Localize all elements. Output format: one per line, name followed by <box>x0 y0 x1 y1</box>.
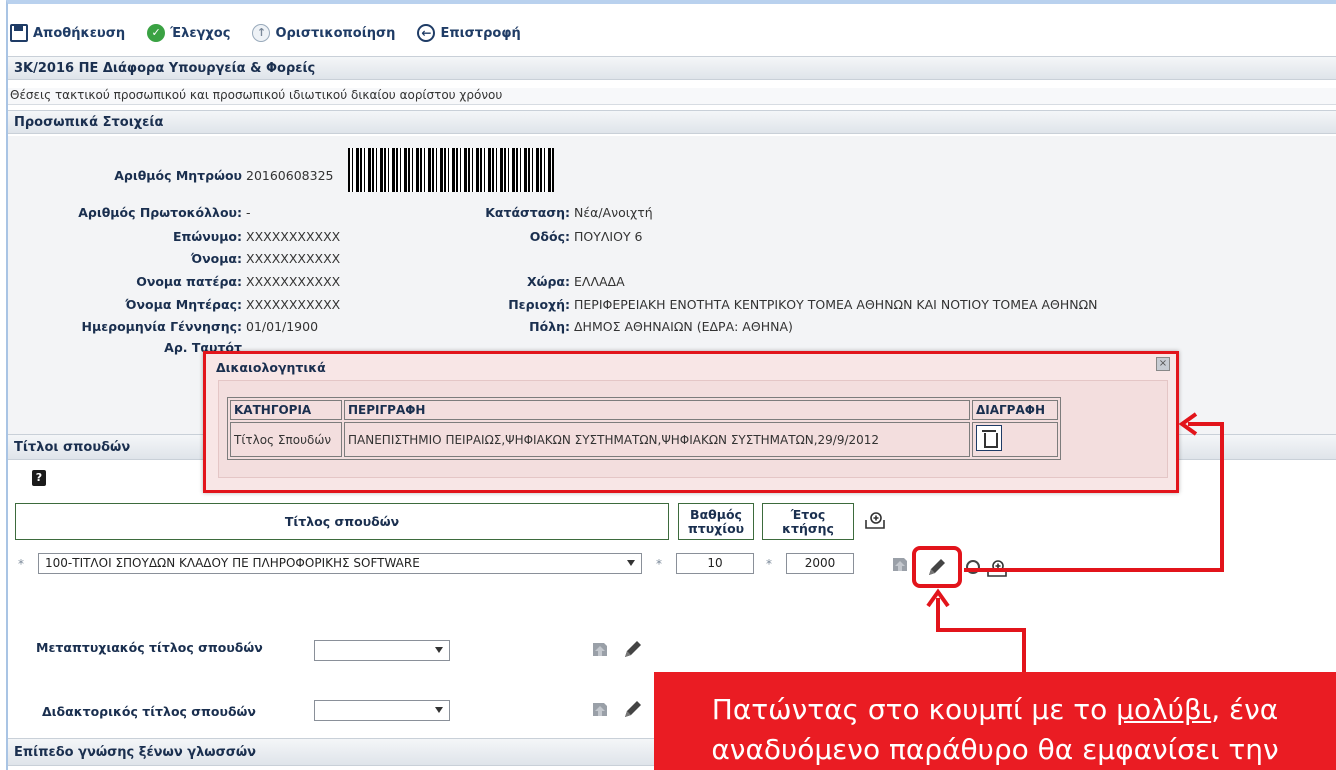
upload-disabled-icon <box>593 703 607 716</box>
check-icon: ✓ <box>147 24 166 42</box>
save-button[interactable]: Αποθήκευση <box>10 24 125 42</box>
languages-section-title: Επίπεδο γνώσης ξένων γλωσσών <box>8 738 658 766</box>
birth-label: Ημερομηνία Γέννησης: <box>81 319 242 334</box>
street-label: Οδός: <box>529 229 570 244</box>
table-row: Τίτλος Σπουδών ΠΑΝΕΠΙΣΤΗΜΙΟ ΠΕΙΡΑΙΩΣ,ΨΗΦ… <box>230 422 1058 457</box>
chevron-down-icon <box>435 707 443 713</box>
protocol-value: - <box>246 205 251 220</box>
check-button[interactable]: ✓ Έλεγχος <box>147 24 230 42</box>
pencil-icon[interactable] <box>622 638 644 660</box>
protocol-label: Αριθμός Πρωτοκόλλου: <box>78 205 242 220</box>
call-title: 3Κ/2016 ΠΕ Διάφορα Υπουργεία & Φορείς <box>8 56 1336 80</box>
col-grade-header: Βαθμός πτυχίου <box>678 503 754 540</box>
documents-modal: Δικαιολογητικά × ΚΑΤΗΓΟΡΙΑ ΠΕΡΙΓΡΑΦΗ ΔΙΑ… <box>203 351 1179 493</box>
street-value: ΠΟΥΛΙΟΥ 6 <box>574 229 643 244</box>
col-category: ΚΑΤΗΓΟΡΙΑ <box>230 400 342 420</box>
callout-line-2: αναδυόμενο παράθυρο θα εμφανίσει την <box>711 733 1279 766</box>
status-label: Κατάσταση: <box>485 205 570 220</box>
col-title-header: Τίτλος σπουδών <box>15 503 669 540</box>
mother-label: Όνομα Μητέρας: <box>125 297 242 312</box>
col-delete: ΔΙΑΓΡΑΦΗ <box>972 400 1058 420</box>
region-label: Περιοχή: <box>508 297 570 312</box>
mother-value: XXXXXXXXXXX <box>246 297 341 312</box>
upload-disabled-icon <box>593 643 607 656</box>
required-mark: * <box>656 557 662 571</box>
modal-title: Δικαιολογητικά <box>216 360 326 375</box>
row-delete-cell <box>972 422 1058 457</box>
pencil-icon[interactable] <box>622 698 644 720</box>
finalize-button[interactable]: ↑ Οριστικοποίηση <box>252 24 395 42</box>
row-description: ΠΑΝΕΠΙΣΤΗΜΙΟ ΠΕΙΡΑΙΩΣ,ΨΗΦΙΑΚΩΝ ΣΥΣΤΗΜΑΤΩ… <box>344 422 970 457</box>
region-value: ΠΕΡΙΦΕΡΕΙΑΚΗ ΕΝΟΤΗΤΑ ΚΕΝΤΡΙΚΟΥ ΤΟΜΕΑ ΑΘΗ… <box>574 297 1098 312</box>
help-icon[interactable]: ? <box>32 470 46 486</box>
required-mark: * <box>18 557 24 571</box>
add-title-icon[interactable] <box>864 512 886 530</box>
masters-select[interactable] <box>314 640 450 661</box>
required-mark: * <box>766 557 772 571</box>
status-value: Νέα/Ανοιχτή <box>574 205 653 220</box>
grade-input[interactable]: 10 <box>676 553 754 574</box>
phd-label: Διδακτορικός τίτλος σπουδών <box>42 704 256 719</box>
toolbar: Αποθήκευση ✓ Έλεγχος ↑ Οριστικοποίηση ← … <box>10 20 521 46</box>
callout-line-1: Πατώντας στο κουμπί με το μολύβι, ένα <box>711 693 1279 726</box>
modal-body: ΚΑΤΗΓΟΡΙΑ ΠΕΡΙΓΡΑΦΗ ΔΙΑΓΡΑΦΗ Τίτλος Σπου… <box>218 380 1168 478</box>
instruction-callout: Πατώντας στο κουμπί με το μολύβι, ένα αν… <box>654 672 1336 770</box>
add-row-icon[interactable] <box>986 560 1008 578</box>
chevron-down-icon <box>435 647 443 653</box>
name-label: Όνομα: <box>190 251 242 266</box>
father-value: XXXXXXXXXXX <box>246 274 341 289</box>
back-arrow-icon: ← <box>417 24 436 42</box>
pencil-highlight <box>912 546 962 588</box>
close-icon[interactable]: × <box>1156 357 1170 371</box>
study-title-select[interactable]: 100-ΤΙΤΛΟΙ ΣΠΟΥΔΩΝ ΚΛΑΔΟΥ ΠΕ ΠΛΗΡΟΦΟΡΙΚΗ… <box>38 553 642 574</box>
remove-icon[interactable] <box>966 560 980 574</box>
table-header-row: ΚΑΤΗΓΟΡΙΑ ΠΕΡΙΓΡΑΦΗ ΔΙΑΓΡΑΦΗ <box>230 400 1058 420</box>
year-input[interactable]: 2000 <box>786 553 854 574</box>
barcode-image <box>348 148 554 192</box>
row-category: Τίτλος Σπουδών <box>230 422 342 457</box>
surname-value: XXXXXXXXXXX <box>246 229 341 244</box>
upload-disabled-icon <box>893 558 907 571</box>
col-year-header: Έτος κτήσης <box>762 503 854 540</box>
phd-select[interactable] <box>314 700 450 721</box>
country-label: Χώρα: <box>526 274 570 289</box>
masters-label: Μεταπτυχιακός τίτλος σπουδών <box>36 640 263 655</box>
call-subtitle: Θέσεις τακτικού προσωπικού και προσωπικο… <box>8 88 1336 105</box>
documents-table: ΚΑΤΗΓΟΡΙΑ ΠΕΡΙΓΡΑΦΗ ΔΙΑΓΡΑΦΗ Τίτλος Σπου… <box>227 397 1061 460</box>
birth-value: 01/01/1900 <box>246 319 319 334</box>
city-label: Πόλη: <box>529 319 570 334</box>
personal-section-title: Προσωπικά Στοιχεία <box>8 110 1336 134</box>
name-value: XXXXXXXXXXX <box>246 251 341 266</box>
city-value: ΔΗΜΟΣ ΑΘΗΝΑΙΩΝ (ΕΔΡΑ: ΑΘΗΝΑ) <box>574 319 793 334</box>
father-label: Ονομα πατέρα: <box>136 274 242 289</box>
save-icon <box>10 24 28 42</box>
col-description: ΠΕΡΙΓΡΑΦΗ <box>344 400 970 420</box>
registry-label: Αριθμός Μητρώου <box>114 168 242 183</box>
trash-icon[interactable] <box>976 425 1002 451</box>
surname-label: Επώνυμο: <box>172 229 242 244</box>
up-arrow-icon: ↑ <box>252 24 271 42</box>
country-value: ΕΛΛΑΔΑ <box>574 274 625 289</box>
chevron-down-icon <box>627 560 635 566</box>
back-button[interactable]: ← Επιστροφή <box>417 24 521 42</box>
registry-value: 20160608325 <box>246 168 334 183</box>
